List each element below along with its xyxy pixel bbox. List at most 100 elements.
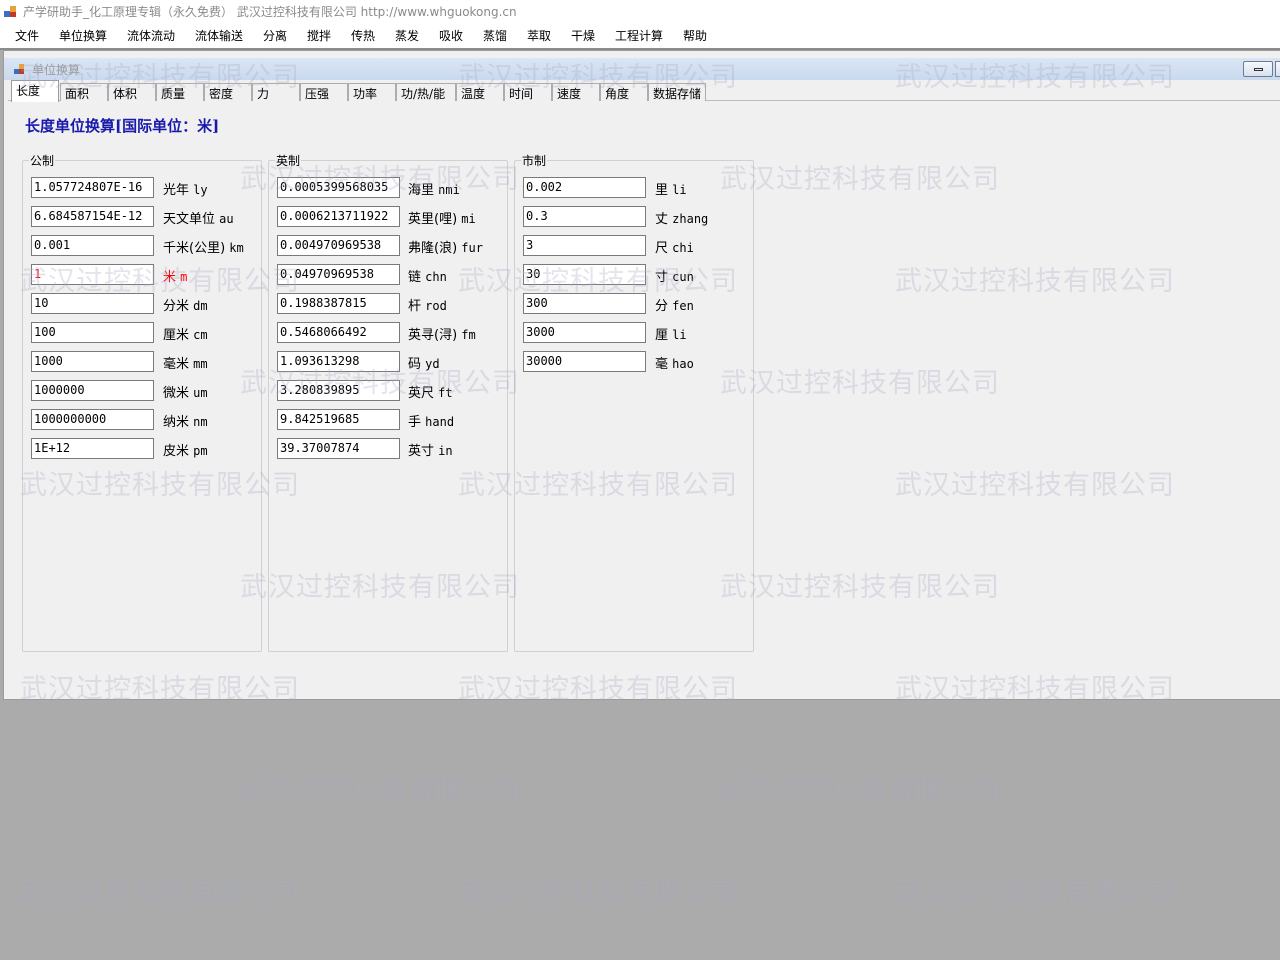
nm-input[interactable]: 1000000000 — [31, 409, 154, 430]
unit-label-mm: 毫米 mm — [163, 357, 208, 372]
unit-label-nm: 纳米 nm — [163, 415, 208, 430]
in-input[interactable]: 39.37007874 — [277, 438, 400, 459]
unit-label-nmi: 海里 nmi — [408, 183, 460, 198]
menu-fluid-transport[interactable]: 流体输送 — [195, 27, 243, 44]
tab-temperature[interactable]: 温度 — [456, 83, 504, 101]
um-input[interactable]: 1000000 — [31, 380, 154, 401]
imperial-group-label: 英制 — [275, 152, 302, 169]
watermark: 武汉过控科技有限公司 — [720, 776, 1000, 807]
restore-button[interactable] — [1275, 61, 1280, 77]
fm-input[interactable]: 0.5468066492 — [277, 322, 400, 343]
tab-power[interactable]: 功率 — [348, 83, 396, 101]
cun-input[interactable]: 30 — [523, 264, 646, 285]
dm-input[interactable]: 10 — [31, 293, 154, 314]
unit-label-ly: 光年 ly — [163, 183, 208, 198]
hao-input[interactable]: 30000 — [523, 351, 646, 372]
chn-input[interactable]: 0.04970969538 — [277, 264, 400, 285]
minimize-icon — [1254, 68, 1263, 71]
menu-absorption[interactable]: 吸收 — [439, 27, 463, 44]
unit-label-rod: 杆 rod — [408, 299, 447, 314]
yd-input[interactable]: 1.093613298 — [277, 351, 400, 372]
unit-label-km: 千米(公里) km — [163, 241, 244, 256]
watermark: 武汉过控科技有限公司 — [20, 878, 300, 909]
unit-label-li: 里 li — [655, 183, 687, 198]
hand-input[interactable]: 9.842519685 — [277, 409, 400, 430]
page-title: 长度单位换算[国际单位：米] — [25, 117, 220, 135]
unit-label-li-small: 厘 li — [655, 328, 687, 343]
rod-input[interactable]: 0.1988387815 — [277, 293, 400, 314]
imperial-group — [268, 160, 508, 652]
app-icon — [4, 6, 16, 17]
tab-angle[interactable]: 角度 — [600, 83, 648, 101]
unit-label-dm: 分米 dm — [163, 299, 208, 314]
tab-data-storage[interactable]: 数据存储 — [648, 83, 706, 101]
window-icon — [14, 64, 24, 74]
menu-fluid-flow[interactable]: 流体流动 — [127, 27, 175, 44]
li-input[interactable]: 0.002 — [523, 177, 646, 198]
child-window-title: 单位换算 — [32, 63, 81, 77]
unit-label-in: 英寸 in — [408, 444, 453, 459]
menu-help[interactable]: 帮助 — [683, 27, 707, 44]
cm-input[interactable]: 100 — [31, 322, 154, 343]
menu-distillation[interactable]: 蒸馏 — [483, 27, 507, 44]
tab-speed[interactable]: 速度 — [552, 83, 600, 101]
unit-label-zhang: 丈 zhang — [655, 212, 709, 227]
menu-extraction[interactable]: 萃取 — [527, 27, 551, 44]
minimize-button[interactable] — [1243, 61, 1273, 77]
tab-work-heat-energy[interactable]: 功/热/能 — [396, 83, 456, 101]
km-input[interactable]: 0.001 — [31, 235, 154, 256]
li-small-input[interactable]: 3000 — [523, 322, 646, 343]
tab-pressure[interactable]: 压强 — [300, 83, 348, 101]
watermark: 武汉过控科技有限公司 — [240, 776, 520, 807]
menu-heat-transfer[interactable]: 传热 — [351, 27, 375, 44]
unit-label-chn: 链 chn — [408, 270, 447, 285]
tab-density[interactable]: 密度 — [204, 83, 252, 101]
menu-bar: 文件 单位换算 流体流动 流体输送 分离 搅拌 传热 蒸发 吸收 蒸馏 萃取 干… — [0, 23, 1280, 48]
pm-input[interactable]: 1E+12 — [31, 438, 154, 459]
mm-input[interactable]: 1000 — [31, 351, 154, 372]
unit-label-pm: 皮米 pm — [163, 444, 208, 459]
menu-separation[interactable]: 分离 — [263, 27, 287, 44]
child-title-bar[interactable]: 单位换算 — [4, 58, 1280, 80]
tab-force[interactable]: 力 — [252, 83, 300, 101]
menu-unit-conversion[interactable]: 单位换算 — [59, 27, 107, 44]
au-input[interactable]: 6.684587154E-12 — [31, 206, 154, 227]
title-bar[interactable]: 产学研助手_化工原理专辑（永久免费） 武汉过控科技有限公司 http://www… — [0, 0, 1280, 23]
ft-input[interactable]: 3.280839895 — [277, 380, 400, 401]
zhang-input[interactable]: 0.3 — [523, 206, 646, 227]
unit-label-yd: 码 yd — [408, 357, 440, 372]
menu-drying[interactable]: 干燥 — [571, 27, 595, 44]
chi-input[interactable]: 3 — [523, 235, 646, 256]
menu-mixing[interactable]: 搅拌 — [307, 27, 331, 44]
unit-label-fur: 弗隆(浪) fur — [408, 241, 483, 256]
fur-input[interactable]: 0.004970969538 — [277, 235, 400, 256]
unit-label-fen: 分 fen — [655, 299, 694, 314]
fen-input[interactable]: 300 — [523, 293, 646, 314]
unit-label-chi: 尺 chi — [655, 241, 694, 256]
metric-group — [22, 160, 262, 652]
unit-label-cm: 厘米 cm — [163, 328, 208, 343]
unit-label-au: 天文单位 au — [163, 212, 234, 227]
chinese-group-label: 市制 — [521, 152, 548, 169]
unit-label-cun: 寸 cun — [655, 270, 694, 285]
unit-label-mi: 英里(哩) mi — [408, 212, 476, 227]
nmi-input[interactable]: 0.0005399568035 — [277, 177, 400, 198]
window-title: 产学研助手_化工原理专辑（永久免费） 武汉过控科技有限公司 http://www… — [23, 5, 517, 19]
tab-length[interactable]: 长度 — [11, 80, 59, 102]
unit-label-ft: 英尺 ft — [408, 386, 453, 401]
menu-engineering-calc[interactable]: 工程计算 — [615, 27, 663, 44]
tab-mass[interactable]: 质量 — [156, 83, 204, 101]
metric-group-label: 公制 — [29, 152, 56, 169]
menu-evaporation[interactable]: 蒸发 — [395, 27, 419, 44]
unit-label-hao: 毫 hao — [655, 357, 694, 372]
chinese-group — [514, 160, 754, 652]
m-input[interactable]: 1 — [31, 264, 154, 285]
tab-area[interactable]: 面积 — [60, 83, 108, 101]
lightyear-input[interactable]: 1.057724807E-16 — [31, 177, 154, 198]
tab-time[interactable]: 时间 — [504, 83, 552, 101]
unit-label-um: 微米 um — [163, 386, 208, 401]
menu-file[interactable]: 文件 — [15, 27, 39, 44]
mi-input[interactable]: 0.0006213711922 — [277, 206, 400, 227]
unit-label-fm: 英寻(浔) fm — [408, 328, 476, 343]
tab-volume[interactable]: 体积 — [108, 83, 156, 101]
